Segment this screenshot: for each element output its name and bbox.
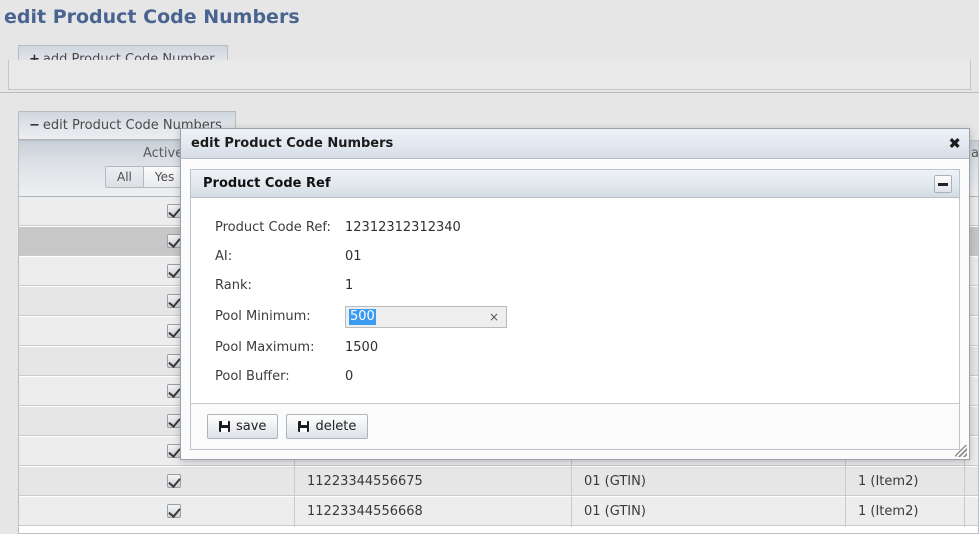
field-row-pool-minimum: Pool Minimum: 500 × (215, 300, 959, 333)
label-pool-maximum: Pool Maximum: (215, 340, 315, 355)
delete-button[interactable]: delete (286, 414, 369, 439)
row-active-cell (19, 234, 191, 248)
column-header-active: Active (143, 146, 184, 161)
field-row-pool-buffer: Pool Buffer: 0 (215, 362, 959, 391)
row-ai-cell: 01 (GTIN) (584, 503, 646, 519)
checkmark-icon (167, 474, 181, 488)
checkmark-icon (167, 234, 181, 248)
checkmark-icon (167, 414, 181, 428)
field-row-product-code-ref: Product Code Ref: 12312312312340 (215, 213, 959, 242)
active-filter-group[interactable]: All Yes (105, 166, 187, 188)
row-active-cell (19, 354, 191, 368)
row-rank-cell: 1 (Item2) (858, 473, 919, 489)
column-header-last: a (971, 146, 979, 161)
field-row-pool-maximum: Pool Maximum: 1500 (215, 333, 959, 362)
app-root: edit Product Code Numbers + add Product … (0, 0, 979, 534)
delete-button-label: delete (315, 419, 357, 434)
fieldset-legend: Product Code Ref (203, 176, 331, 191)
minimize-icon[interactable] (934, 175, 952, 193)
row-active-cell (19, 204, 191, 218)
checkmark-icon (167, 384, 181, 398)
save-icon (298, 421, 310, 432)
row-col-divider-2 (571, 467, 572, 497)
pool-minimum-input[interactable]: 500 × (345, 305, 507, 328)
label-rank: Rank: (215, 278, 252, 293)
resize-handle[interactable] (955, 445, 967, 457)
row-col-divider-4 (964, 467, 965, 497)
product-code-ref-fieldset: Product Code Ref Product Code Ref: 12312… (190, 169, 960, 450)
field-row-ai: AI: 01 (215, 242, 959, 271)
row-active-cell (19, 384, 191, 398)
row-active-cell (19, 414, 191, 428)
checkmark-icon (167, 504, 181, 518)
row-active-cell (19, 294, 191, 308)
checkmark-icon (167, 354, 181, 368)
value-pool-maximum: 1500 (345, 340, 379, 355)
row-active-cell (19, 474, 191, 488)
filter-all-button[interactable]: All (106, 167, 144, 187)
fieldset-header: Product Code Ref (191, 170, 959, 198)
dialog-footer: save delete (191, 403, 959, 449)
product-code-form: Product Code Ref: 12312312312340 AI: 01 … (191, 199, 959, 402)
label-product-code-ref: Product Code Ref: (215, 220, 331, 235)
pool-minimum-value: 500 (349, 308, 376, 325)
value-product-code-ref: 12312312312340 (345, 220, 461, 235)
table-row[interactable]: 11223344556668 01 (GTIN) 1 (Item2) (19, 497, 978, 527)
row-code-cell: 11223344556668 (307, 503, 423, 519)
save-icon (219, 421, 230, 432)
dialog-body: Product Code Ref Product Code Ref: 12312… (181, 160, 969, 459)
row-rank-cell: 1 (Item2) (858, 503, 919, 519)
checkmark-icon (167, 204, 181, 218)
row-active-cell (19, 504, 191, 518)
save-button[interactable]: save (207, 414, 279, 439)
checkmark-icon (167, 444, 181, 458)
panel-body-add (8, 60, 971, 90)
value-ai: 01 (345, 249, 362, 264)
field-row-rank: Rank: 1 (215, 271, 959, 300)
panel-divider-1 (0, 92, 979, 93)
row-col-divider-2 (571, 497, 572, 527)
row-ai-cell: 01 (GTIN) (584, 473, 646, 489)
value-rank: 1 (345, 278, 354, 293)
row-col-divider-1 (294, 497, 295, 527)
label-pool-buffer: Pool Buffer: (215, 369, 290, 384)
row-active-cell (19, 264, 191, 278)
table-row[interactable]: 11223344556675 01 (GTIN) 1 (Item2) (19, 467, 978, 497)
row-code-cell: 11223344556675 (307, 473, 423, 489)
label-pool-minimum: Pool Minimum: (215, 309, 311, 324)
close-icon[interactable]: ✖ (948, 136, 961, 151)
edit-product-code-dialog: edit Product Code Numbers ✖ Product Code… (180, 128, 970, 460)
checkmark-icon (167, 294, 181, 308)
dialog-title: edit Product Code Numbers (191, 136, 394, 151)
clear-icon[interactable]: × (489, 311, 499, 323)
row-active-cell (19, 444, 191, 458)
label-ai: AI: (215, 249, 233, 264)
dialog-title-bar[interactable]: edit Product Code Numbers ✖ (181, 129, 969, 159)
checkmark-icon (167, 324, 181, 338)
row-col-divider-1 (294, 467, 295, 497)
minus-icon: − (29, 118, 40, 133)
row-col-divider-3 (845, 467, 846, 497)
value-pool-buffer: 0 (345, 369, 354, 384)
page-title: edit Product Code Numbers (4, 6, 300, 28)
row-active-cell (19, 324, 191, 338)
row-col-divider-3 (845, 497, 846, 527)
save-button-label: save (236, 419, 267, 434)
checkmark-icon (167, 264, 181, 278)
row-col-divider-4 (964, 497, 965, 527)
